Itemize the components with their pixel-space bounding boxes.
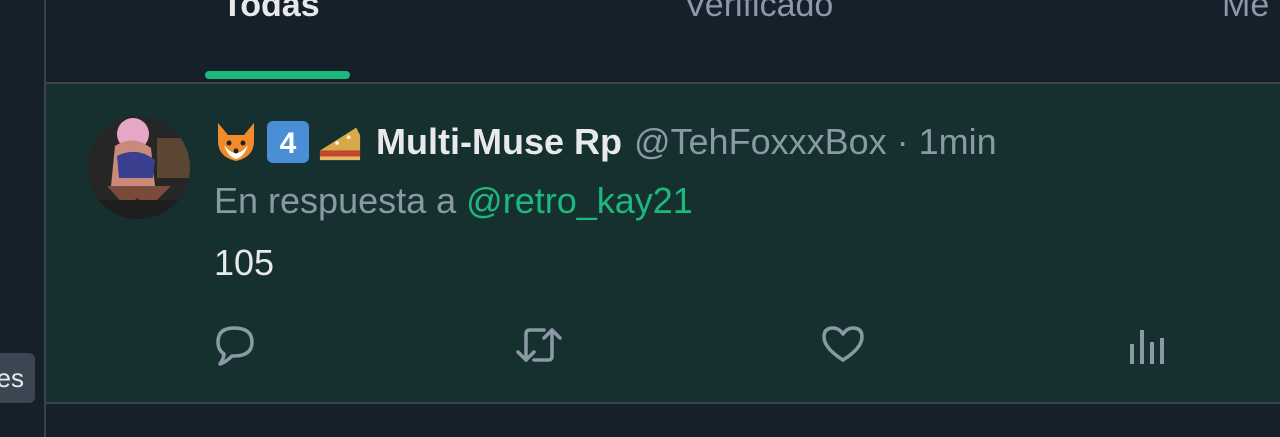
retweet-button[interactable] (514, 322, 564, 368)
reply-icon (216, 326, 254, 366)
side-chip-label: es (0, 363, 24, 393)
avatar-image (87, 116, 190, 219)
heart-icon (822, 326, 864, 362)
post-header: 4 Multi-Muse Rp @TehFoxxxBox · 1min (214, 120, 997, 164)
tab-bar: Todas Verificado Me (46, 0, 1280, 84)
tab-todas[interactable]: Todas (222, 0, 320, 25)
post-text: 105 (214, 242, 275, 283)
analytics-button[interactable] (1126, 322, 1176, 368)
active-tab-indicator (205, 71, 350, 79)
analytics-icon (1130, 330, 1164, 364)
tab-menciones[interactable]: Me (1222, 0, 1269, 25)
reply-prefix: En respuesta a (214, 180, 457, 221)
reply-context: En respuesta a @retro_kay21 (214, 180, 693, 222)
user-avatar[interactable] (87, 116, 190, 219)
retweet-icon (516, 328, 562, 362)
side-chip[interactable]: es (0, 353, 35, 403)
handle-and-time[interactable]: @TehFoxxxBox · 1min (634, 121, 997, 163)
post-card[interactable]: 4 Multi-Muse Rp @TehFoxxxBox · 1min En r… (46, 84, 1280, 404)
keycap-4-icon: 4 (266, 120, 310, 164)
display-name[interactable]: Multi-Muse Rp (376, 121, 622, 163)
pie-emoji-icon (318, 120, 362, 164)
fox-emoji-icon (214, 120, 258, 164)
svg-text:4: 4 (280, 127, 297, 160)
tab-verificado[interactable]: Verificado (684, 0, 833, 25)
reply-mention-link[interactable]: @retro_kay21 (466, 180, 693, 221)
reply-button[interactable] (212, 322, 262, 368)
like-button[interactable] (820, 322, 870, 368)
